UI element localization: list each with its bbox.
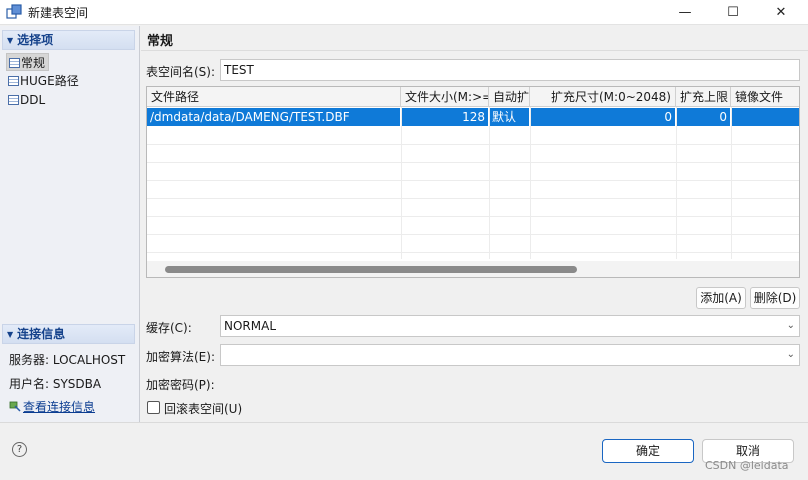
connection-header-label: 连接信息 <box>17 327 66 341</box>
ok-button[interactable]: 确定 <box>602 439 694 463</box>
cell-mirror[interactable] <box>731 108 799 126</box>
collapse-icon: ▼ <box>7 36 14 45</box>
grid-column-line <box>530 107 531 259</box>
cell-size[interactable]: 128 <box>401 108 489 126</box>
tablespace-name-input[interactable]: TEST <box>220 59 800 81</box>
page-icon <box>9 58 20 68</box>
encrypt-algorithm-label: 加密算法(E): <box>146 350 215 364</box>
grid-column-line <box>401 107 402 259</box>
collapse-icon: ▼ <box>7 330 14 339</box>
table-row[interactable]: /dmdata/data/DAMENG/TEST.DBF 128 默认 0 0 <box>147 108 799 126</box>
options-header-label: 选择项 <box>17 33 54 47</box>
page-icon <box>8 76 19 86</box>
view-connection-link[interactable]: 查看连接信息 <box>9 398 95 415</box>
window-title: 新建表空间 <box>28 6 89 20</box>
grid-line <box>147 234 799 235</box>
sidebar-item-ddl[interactable]: DDL <box>6 91 48 109</box>
tablespace-name-label: 表空间名(S): <box>146 65 216 79</box>
title-divider <box>141 50 808 51</box>
encrypt-algorithm-select[interactable]: ⌄ <box>220 344 800 366</box>
column-header-size[interactable]: 文件大小(M:>= <box>401 87 489 107</box>
encrypt-password-label: 加密密码(P): <box>146 378 215 392</box>
grid-line <box>147 144 799 145</box>
server-info: 服务器: LOCALHOST <box>9 353 126 367</box>
cell-path[interactable]: /dmdata/data/DAMENG/TEST.DBF <box>147 108 401 126</box>
options-section-header[interactable]: ▼ 选择项 <box>2 30 135 50</box>
watermark: CSDN @leidata <box>705 459 789 472</box>
app-window-icon <box>6 4 22 19</box>
horizontal-scrollbar[interactable] <box>147 261 799 277</box>
cell-max-size[interactable]: 0 <box>676 108 731 126</box>
grid-column-line <box>489 107 490 259</box>
connection-section-header[interactable]: ▼ 连接信息 <box>2 324 135 344</box>
grid-line <box>147 252 799 253</box>
column-header-extend-size[interactable]: 扩充尺寸(M:0~2048) <box>530 87 676 107</box>
column-header-autoextend[interactable]: 自动扩 <box>489 87 530 107</box>
grid-line <box>147 216 799 217</box>
close-button[interactable]: ✕ <box>758 0 804 25</box>
add-button[interactable]: 添加(A) <box>696 287 746 309</box>
sidebar-item-label: DDL <box>20 93 46 107</box>
sidebar-item-label: 常规 <box>21 56 46 70</box>
main-panel: 常规 表空间名(S): TEST 文件路径 文件大小(M:>= 自动扩 扩充尺寸… <box>141 26 808 422</box>
rollback-tablespace-label[interactable]: 回滚表空间(U) <box>164 400 242 417</box>
cache-select[interactable]: NORMAL ⌄ <box>220 315 800 337</box>
grid-line <box>147 198 799 199</box>
cache-value: NORMAL <box>224 319 277 333</box>
delete-button[interactable]: 删除(D) <box>750 287 800 309</box>
column-header-max-size[interactable]: 扩充上限 <box>676 87 731 107</box>
minimize-button[interactable]: — <box>662 0 708 25</box>
help-icon[interactable]: ? <box>12 442 27 457</box>
connection-icon <box>9 401 21 412</box>
title-bar: 新建表空间 — ☐ ✕ <box>0 0 808 25</box>
table-header: 文件路径 文件大小(M:>= 自动扩 扩充尺寸(M:0~2048) 扩充上限 镜… <box>147 87 799 107</box>
grid-line <box>147 180 799 181</box>
column-header-mirror[interactable]: 镜像文件 <box>731 87 799 107</box>
cell-autoextend[interactable]: 默认 <box>489 108 530 126</box>
cache-label: 缓存(C): <box>146 321 192 335</box>
chevron-down-icon: ⌄ <box>786 320 795 331</box>
dialog-footer: ? 确定 取消 CSDN @leidata <box>0 422 808 480</box>
scrollbar-thumb[interactable] <box>165 266 577 273</box>
view-connection-label: 查看连接信息 <box>23 400 96 414</box>
sidebar-item-label: HUGE路径 <box>20 74 79 88</box>
left-panel: ▼ 选择项 常规 HUGE路径 DDL ▼ 连接信息 服务器: LOCALHOST … <box>0 26 140 422</box>
user-info: 用户名: SYSDBA <box>9 377 102 391</box>
column-header-path[interactable]: 文件路径 <box>147 87 401 107</box>
datafile-table[interactable]: 文件路径 文件大小(M:>= 自动扩 扩充尺寸(M:0~2048) 扩充上限 镜… <box>146 86 800 278</box>
page-icon <box>8 95 19 105</box>
page-title: 常规 <box>147 34 174 49</box>
maximize-button[interactable]: ☐ <box>710 0 756 25</box>
rollback-tablespace-checkbox[interactable] <box>147 401 160 414</box>
cell-extend-size[interactable]: 0 <box>530 108 676 126</box>
sidebar-item-huge-path[interactable]: HUGE路径 <box>6 72 82 90</box>
grid-column-line <box>676 107 677 259</box>
chevron-down-icon: ⌄ <box>786 349 795 360</box>
sidebar-item-general[interactable]: 常规 <box>6 53 50 71</box>
grid-column-line <box>731 107 732 259</box>
grid-line <box>147 162 799 163</box>
